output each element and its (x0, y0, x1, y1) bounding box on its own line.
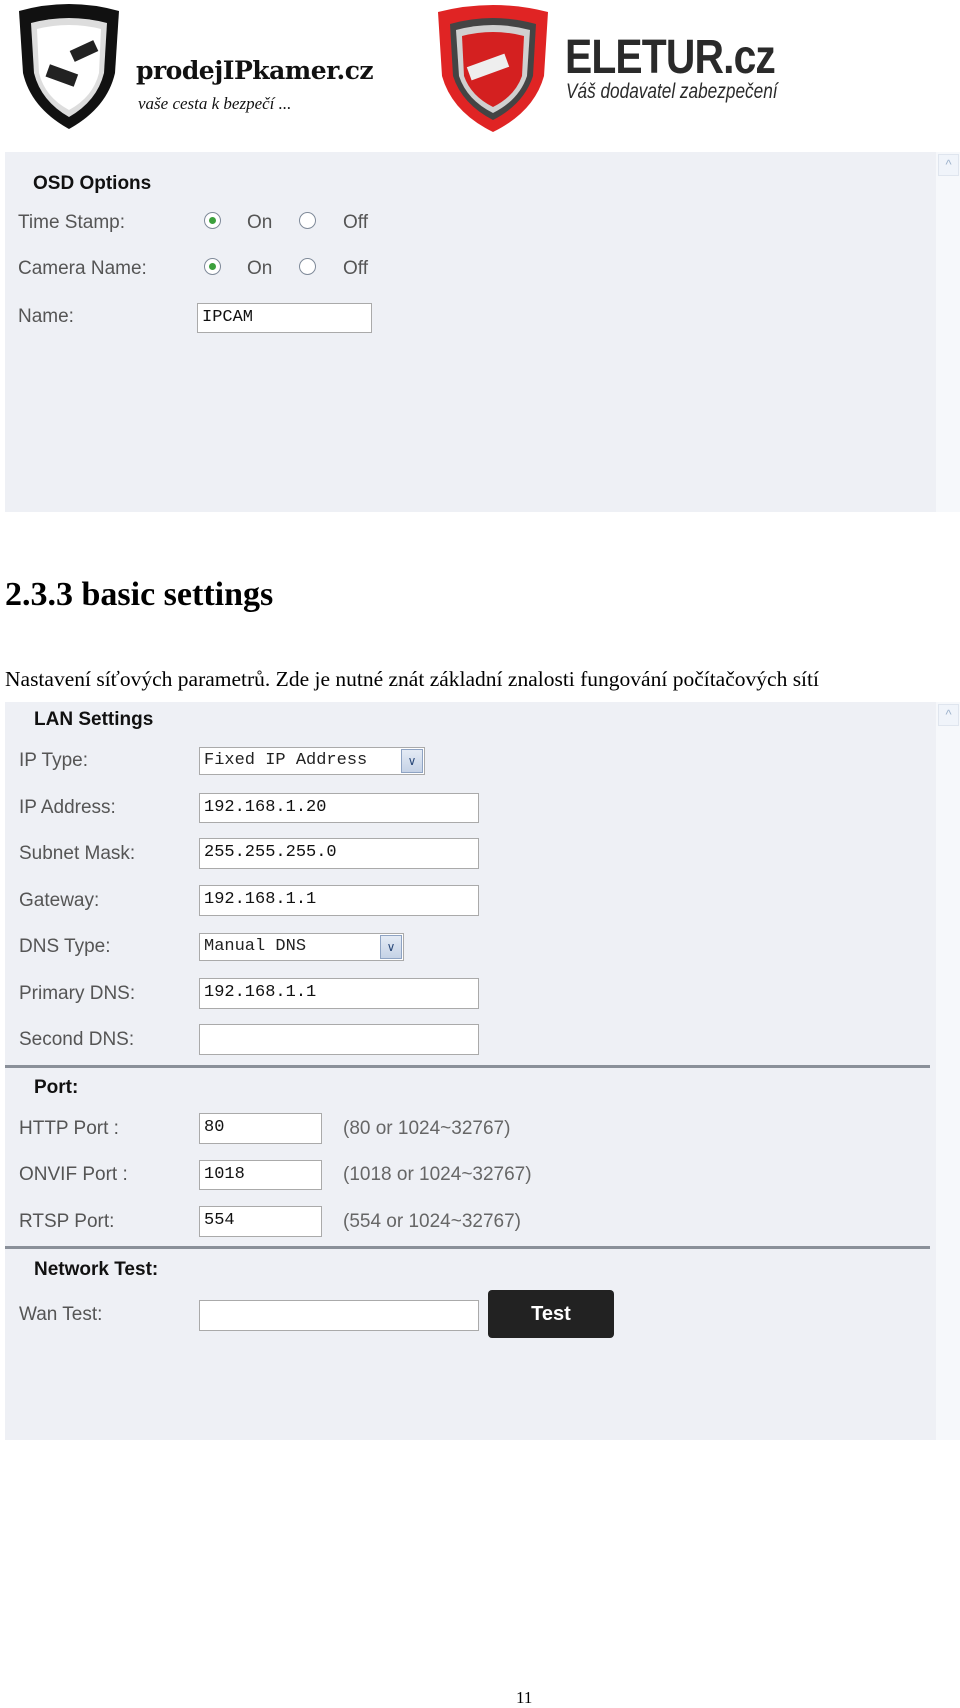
onvif-port-hint: (1018 or 1024~32767) (343, 1164, 532, 1185)
ip-type-select[interactable]: Fixed IP Address ∨ (199, 747, 425, 775)
wan-test-label: Wan Test: (19, 1304, 103, 1325)
section-paragraph: Nastavení síťových parametrů. Zde je nut… (5, 667, 819, 691)
name-label: Name: (18, 306, 74, 327)
wan-test-input[interactable] (199, 1300, 479, 1331)
subnet-mask-input[interactable]: 255.255.255.0 (199, 838, 479, 869)
prodejipkamer-tagline: vaše cesta k bezpečí ... (138, 94, 292, 113)
lan-title: LAN Settings (34, 709, 154, 730)
scroll-up-icon[interactable]: ^ (938, 704, 959, 726)
time-stamp-on-radio[interactable] (204, 212, 221, 229)
onvif-port-input[interactable]: 1018 (199, 1160, 322, 1190)
test-button[interactable]: Test (488, 1290, 614, 1338)
page-number: 11 (516, 1688, 533, 1707)
chevron-down-icon[interactable]: ∨ (380, 935, 402, 959)
scrollbar[interactable]: ^ (936, 702, 960, 1440)
http-port-label: HTTP Port : (19, 1118, 119, 1139)
camera-name-on-label: On (247, 258, 273, 279)
second-dns-label: Second DNS: (19, 1029, 135, 1050)
camera-name-off-label: Off (343, 258, 368, 279)
rtsp-port-label: RTSP Port: (19, 1211, 115, 1232)
time-stamp-label: Time Stamp: (18, 212, 125, 233)
dns-type-select[interactable]: Manual DNS ∨ (199, 933, 404, 961)
osd-options-panel (5, 152, 936, 512)
gateway-label: Gateway: (19, 890, 100, 911)
primary-dns-label: Primary DNS: (19, 983, 136, 1004)
http-port-hint: (80 or 1024~32767) (343, 1118, 511, 1139)
name-input[interactable]: IPCAM (197, 303, 372, 333)
second-dns-input[interactable] (199, 1024, 479, 1055)
chevron-down-icon[interactable]: ∨ (401, 749, 423, 773)
section-heading: 2.3.3 basic settings (5, 576, 274, 613)
shield-camera-icon (19, 4, 119, 129)
http-port-input[interactable]: 80 (199, 1113, 322, 1144)
ip-type-value: Fixed IP Address (204, 751, 368, 770)
primary-dns-input[interactable]: 192.168.1.1 (199, 978, 479, 1009)
osd-title: OSD Options (33, 173, 152, 194)
onvif-port-label: ONVIF Port : (19, 1164, 128, 1185)
time-stamp-on-label: On (247, 212, 273, 233)
camera-name-on-radio[interactable] (204, 258, 221, 275)
time-stamp-off-radio[interactable] (299, 212, 316, 229)
camera-name-off-radio[interactable] (299, 258, 316, 275)
rtsp-port-input[interactable]: 554 (199, 1206, 322, 1237)
ip-address-label: IP Address: (19, 797, 116, 818)
rtsp-port-hint: (554 or 1024~32767) (343, 1211, 522, 1232)
camera-name-label: Camera Name: (18, 258, 147, 279)
ip-type-label: IP Type: (19, 750, 89, 771)
ip-address-input[interactable]: 192.168.1.20 (199, 793, 479, 823)
scroll-up-icon[interactable]: ^ (938, 154, 959, 176)
eletur-tagline: Váš dodavatel zabezpečení (566, 80, 778, 103)
eletur-name: ELETUR.cz (565, 31, 776, 84)
dns-type-value: Manual DNS (204, 937, 307, 956)
divider (5, 1065, 930, 1068)
network-test-title: Network Test: (34, 1259, 159, 1280)
subnet-mask-label: Subnet Mask: (19, 843, 136, 864)
dns-type-label: DNS Type: (19, 936, 111, 957)
gateway-input[interactable]: 192.168.1.1 (199, 885, 479, 916)
prodejipkamer-name: prodejIPkamer.cz (136, 56, 374, 85)
port-title: Port: (34, 1077, 79, 1098)
time-stamp-off-label: Off (343, 212, 368, 233)
scrollbar[interactable]: ^ (936, 152, 960, 512)
divider (5, 1246, 930, 1249)
red-shield-camera-icon (438, 5, 548, 132)
